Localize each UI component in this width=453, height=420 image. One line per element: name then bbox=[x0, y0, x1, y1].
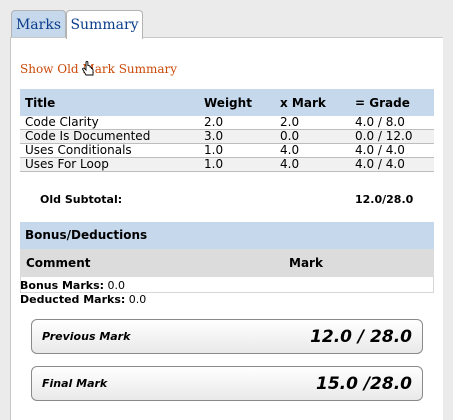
col-title-header: Title bbox=[20, 89, 199, 116]
row-mark: 0.0 bbox=[275, 129, 350, 144]
tab-marks[interactable]: Marks bbox=[11, 10, 66, 38]
table-row: Code Is Documented 3.0 0.0 0.0 / 12.0 bbox=[20, 129, 434, 144]
table-row: Code Clarity 2.0 2.0 4.0 / 8.0 bbox=[20, 116, 434, 130]
marks-table: Title Weight x Mark = Grade Code Clarity… bbox=[20, 89, 434, 172]
previous-mark-value: 12.0 / 28.0 bbox=[310, 327, 412, 347]
col-xmark-header: x Mark bbox=[275, 89, 350, 116]
row-mark: 4.0 bbox=[275, 157, 350, 172]
table-header-row: Title Weight x Mark = Grade bbox=[20, 89, 434, 116]
deducted-marks-value: 0.0 bbox=[128, 293, 147, 306]
table-row: Uses Conditionals 1.0 4.0 4.0 / 4.0 bbox=[20, 143, 434, 158]
row-weight: 1.0 bbox=[199, 143, 275, 158]
col-weight-header: Weight bbox=[199, 89, 275, 116]
tab-summary[interactable]: Summary bbox=[66, 10, 143, 39]
show-old-mark-summary-link[interactable]: Show Old Mark Summary bbox=[20, 62, 177, 76]
row-grade: 4.0 / 4.0 bbox=[350, 157, 434, 172]
row-title: Code Is Documented bbox=[20, 129, 199, 144]
col-mark-header: Mark bbox=[289, 256, 323, 270]
tab-bar: Marks Summary bbox=[0, 0, 453, 39]
row-weight: 3.0 bbox=[199, 129, 275, 144]
deducted-marks-label: Deducted Marks: bbox=[20, 293, 126, 306]
bonus-marks-label: Bonus Marks: bbox=[20, 279, 105, 292]
old-subtotal-label: Old Subtotal: bbox=[40, 193, 123, 206]
row-title: Code Clarity bbox=[20, 116, 199, 130]
row-grade: 4.0 / 8.0 bbox=[350, 116, 434, 130]
hand-pointer-icon bbox=[82, 61, 94, 76]
table-row: Uses For Loop 1.0 4.0 4.0 / 4.0 bbox=[20, 157, 434, 172]
row-grade: 4.0 / 4.0 bbox=[350, 143, 434, 158]
final-mark-value: 15.0 /28.0 bbox=[315, 374, 412, 394]
bonus-marks-value: 0.0 bbox=[107, 279, 126, 292]
old-subtotal-value: 12.0/28.0 bbox=[355, 193, 414, 206]
previous-mark-box: Previous Mark 12.0 / 28.0 bbox=[31, 319, 423, 354]
previous-mark-label: Previous Mark bbox=[42, 330, 131, 343]
bonus-marks-line: Bonus Marks: 0.0 bbox=[20, 279, 125, 292]
final-mark-label: Final Mark bbox=[42, 377, 108, 390]
bonus-table-header: Comment Mark bbox=[20, 249, 434, 277]
row-title: Uses For Loop bbox=[20, 157, 199, 172]
row-grade: 0.0 / 12.0 bbox=[350, 129, 434, 144]
col-grade-header: = Grade bbox=[350, 89, 434, 116]
deducted-marks-line: Deducted Marks: 0.0 bbox=[20, 293, 146, 306]
row-mark: 4.0 bbox=[275, 143, 350, 158]
final-mark-box: Final Mark 15.0 /28.0 bbox=[31, 366, 423, 401]
row-title: Uses Conditionals bbox=[20, 143, 199, 158]
row-weight: 2.0 bbox=[199, 116, 275, 130]
row-mark: 2.0 bbox=[275, 116, 350, 130]
bonus-deductions-heading: Bonus/Deductions bbox=[20, 222, 434, 249]
row-weight: 1.0 bbox=[199, 157, 275, 172]
col-comment-header: Comment bbox=[26, 256, 91, 270]
